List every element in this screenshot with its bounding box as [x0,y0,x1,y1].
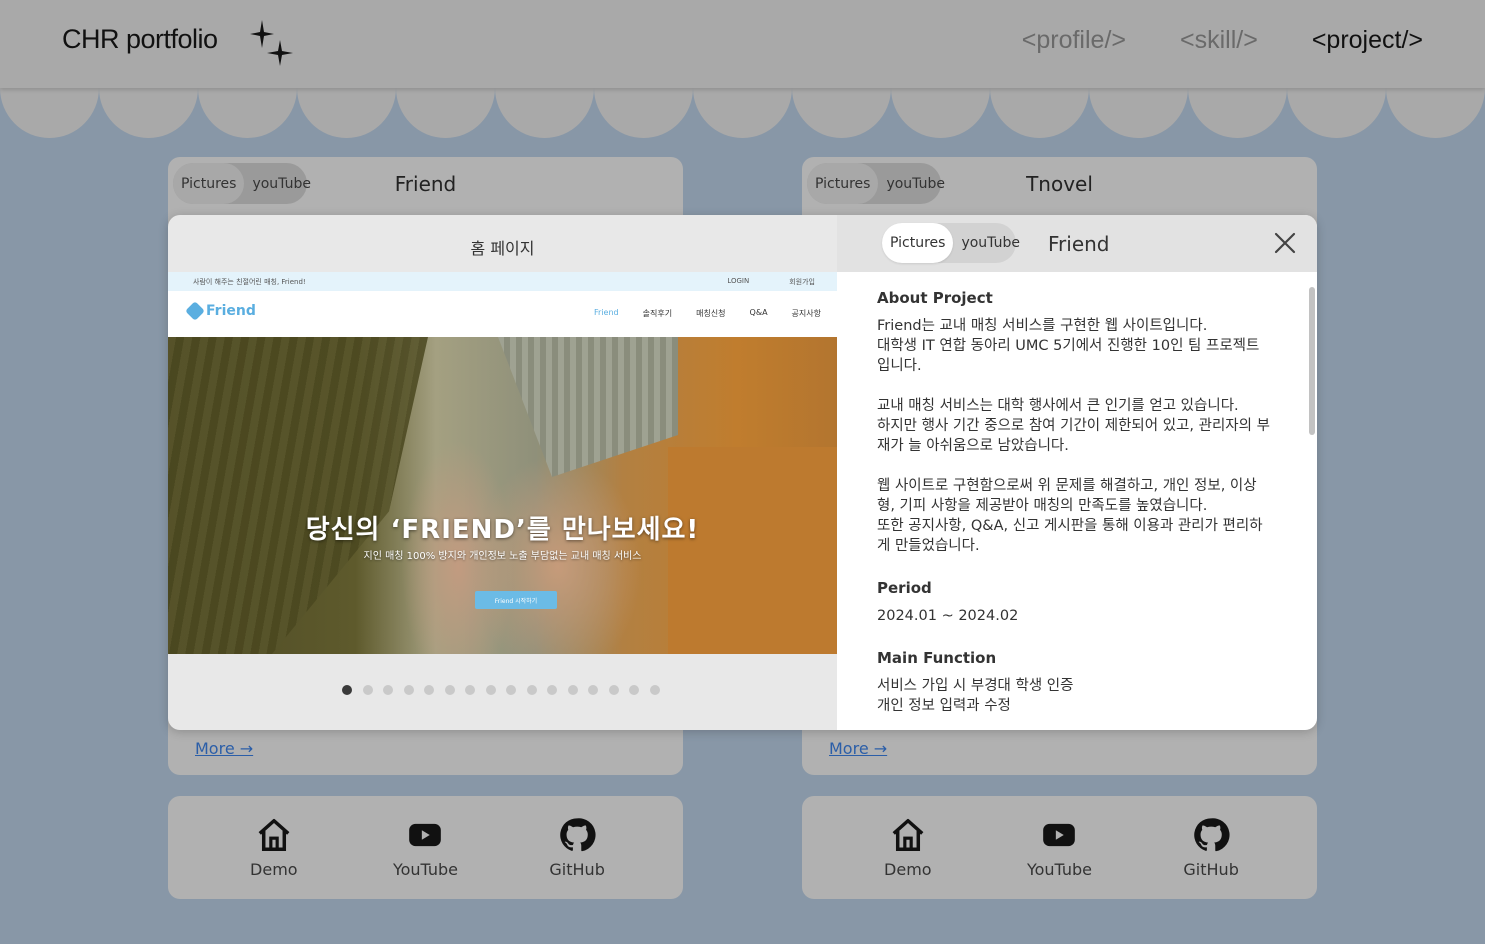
carousel-dot[interactable] [588,685,598,695]
github-icon [1194,818,1230,852]
youtube-link[interactable]: YouTube [370,816,480,879]
detail-header: Pictures youTube Friend [837,215,1317,272]
function-item: 개인 정보 입력과 수정 [877,698,1011,714]
media-toggle[interactable]: Pictures youTube [882,223,1020,263]
nav-profile[interactable]: <profile/> [1022,26,1126,55]
carousel-dot[interactable] [526,685,537,695]
period-heading: Period [877,579,932,597]
carousel-dot[interactable] [403,685,414,695]
slide-menu: Friend 솔직후기 매칭신청 Q&A 공지사항 [594,308,821,318]
carousel-dot[interactable] [424,685,434,695]
links-card-friend: Demo YouTube GitHub [168,796,683,899]
project-detail: Pictures youTube Friend About Project Fr… [837,215,1317,730]
home-icon [258,819,290,851]
carousel-dot[interactable] [608,685,619,695]
slide-logo: Friend [185,301,256,321]
carousel-dot[interactable] [383,685,393,695]
nav-project[interactable]: <project/> [1312,26,1423,55]
carousel-dot[interactable] [649,685,660,695]
slide-signup: 회원가입 [789,278,815,286]
more-link[interactable]: More → [195,739,253,758]
about-paragraph: 웹 사이트로 구현함으로써 위 문제를 해결하고, 개인 정보, 이상형, 기피… [877,478,1263,554]
link-label: GitHub [1183,860,1239,879]
demo-link[interactable]: Demo [219,816,329,879]
header: CHR portfolio <profile/> <skill/> <proje… [0,0,1485,88]
youtube-icon [409,823,442,847]
slide-topbar-text: 사람이 해주는 친절어린 매칭, Friend! [193,277,306,286]
home-icon [892,819,924,851]
link-label: YouTube [1026,860,1093,879]
link-label: Demo [884,860,932,879]
carousel-dot[interactable] [444,685,455,695]
slide-image[interactable]: 사람이 해주는 친절어린 매칭, Friend! LOGIN 회원가입 Frie… [168,272,837,654]
slide-cta: Friend 시작하기 [475,591,557,609]
demo-link[interactable]: Demo [853,816,963,879]
function-item: 서비스 가입 시 부경대 학생 인증 [877,678,1074,694]
about-heading: About Project [877,289,993,307]
slide-subline: 지인 매칭 100% 방지와 개인정보 노출 부담없는 교내 매칭 서비스 [363,551,642,562]
slide-title: 홈 페이지 [470,239,535,258]
function-heading: Main Function [877,649,997,667]
toggle-youtube[interactable]: youTube [953,223,1024,263]
links-card-tnovel: Demo YouTube GitHub [802,796,1317,899]
github-link[interactable]: GitHub [522,816,632,879]
carousel-dot[interactable] [629,685,639,695]
toggle-pictures[interactable]: Pictures [882,223,954,263]
youtube-icon [1043,823,1076,847]
more-link[interactable]: More → [829,739,887,758]
github-icon [560,818,596,852]
card-title: Tnovel [1026,172,1093,196]
slide-login: LOGIN [727,277,750,285]
nav-skill[interactable]: <skill/> [1180,26,1258,55]
carousel-dot[interactable] [362,685,373,695]
scrollbar[interactable] [1309,287,1315,435]
card-title: Friend [394,172,457,196]
carousel-dots [342,685,660,695]
carousel-dot[interactable] [567,685,578,695]
site-logo[interactable]: CHR portfolio [62,24,218,55]
scallop-border [0,88,1485,140]
carousel-dot[interactable] [506,685,516,695]
carousel-dot[interactable] [547,685,557,695]
about-paragraph: 교내 매칭 서비스는 대학 행사에서 큰 인기를 얻고 있습니다. 하지만 행사… [877,398,1270,454]
top-nav: <profile/> <skill/> <project/> [1022,26,1423,55]
detail-body: About Project Friend는 교내 매칭 서비스를 구현한 웹 사… [877,288,1272,718]
project-modal: 홈 페이지 사람이 해주는 친절어린 매칭, Friend! LOGIN 회원가… [168,215,1317,730]
carousel-dot[interactable] [342,685,352,695]
slide-headline: 당신의 ‘FRIEND’를 만나보세요! [305,515,700,545]
carousel-dot[interactable] [465,685,475,695]
youtube-link[interactable]: YouTube [1004,816,1114,879]
carousel-dot[interactable] [485,685,496,695]
image-carousel: 홈 페이지 사람이 해주는 친절어린 매칭, Friend! LOGIN 회원가… [168,215,837,730]
card-header: Pictures youTube Tnovel [802,157,1317,211]
hero-photo: 당신의 ‘FRIEND’를 만나보세요! 지인 매칭 100% 방지와 개인정보… [168,337,837,654]
github-link[interactable]: GitHub [1156,816,1266,879]
link-label: GitHub [549,860,605,879]
close-icon[interactable] [1273,231,1297,255]
card-header: Pictures youTube Friend [168,157,683,211]
about-paragraph: Friend는 교내 매칭 서비스를 구현한 웹 사이트입니다. 대학생 IT … [877,318,1260,374]
detail-title: Friend [1048,232,1110,256]
link-label: Demo [250,860,298,879]
period-value: 2024.01 ~ 2024.02 [877,608,1019,624]
sparkle-icon [250,20,293,66]
link-label: YouTube [392,860,459,879]
